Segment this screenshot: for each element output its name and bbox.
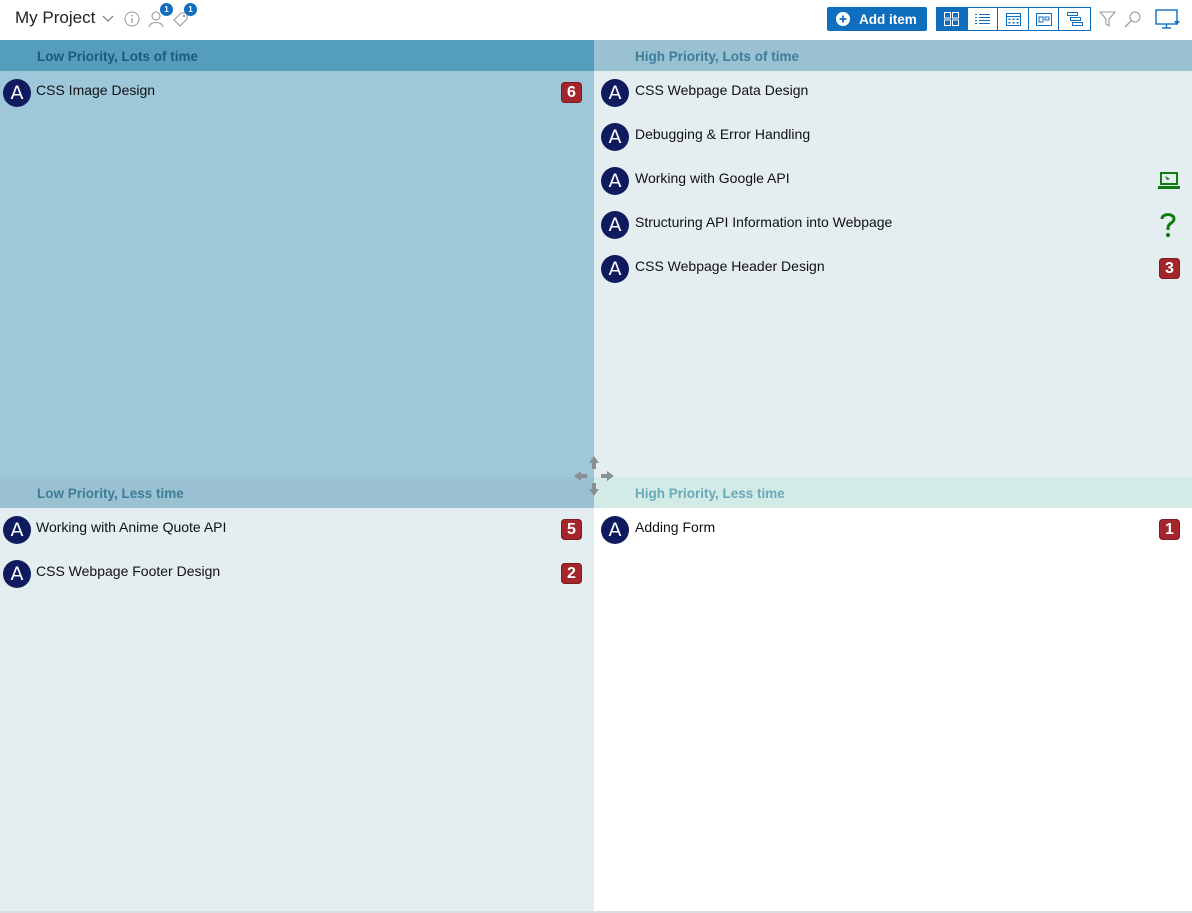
task-item[interactable]: A CSS Webpage Footer Design 2 <box>0 552 594 596</box>
priority-number-badge: 5 <box>561 519 582 540</box>
task-title: CSS Image Design <box>36 82 156 98</box>
priority-number-badge: 1 <box>1159 519 1180 540</box>
avatar: A <box>601 211 629 239</box>
quadrant-title: Low Priority, Lots of time <box>0 40 594 71</box>
tags-count-badge: 1 <box>184 3 197 16</box>
task-title: CSS Webpage Footer Design <box>36 563 221 579</box>
present-screen-icon[interactable] <box>1155 9 1181 31</box>
grid-view-button[interactable] <box>937 8 968 30</box>
list-view-button[interactable] <box>967 8 999 30</box>
quadrant-title: High Priority, Less time <box>594 477 1192 508</box>
quadrant-title: Low Priority, Less time <box>0 477 594 508</box>
priority-number-badge: 3 <box>1159 258 1180 279</box>
calendar-view-button[interactable] <box>998 8 1029 30</box>
task-item[interactable]: A Working with Google API <box>594 159 1192 203</box>
task-item[interactable]: A Adding Form 1 <box>594 508 1192 552</box>
quadrant-title: High Priority, Lots of time <box>594 40 1192 71</box>
add-item-label: Add item <box>859 11 917 27</box>
quadrant-high-priority-lots-of-time: High Priority, Lots of time A CSS Webpag… <box>594 40 1192 477</box>
task-title: Debugging & Error Handling <box>635 126 811 142</box>
quadrant-low-priority-less-time: Low Priority, Less time A Working with A… <box>0 477 594 911</box>
task-title: Working with Google API <box>635 170 790 186</box>
task-title: CSS Webpage Header Design <box>635 258 825 274</box>
avatar: A <box>3 79 31 107</box>
quadrant-high-priority-less-time: High Priority, Less time A Adding Form 1 <box>594 477 1192 911</box>
project-selector[interactable]: My Project <box>15 8 114 28</box>
chevron-down-icon <box>102 15 114 22</box>
quadrant-low-priority-lots-of-time: Low Priority, Lots of time A CSS Image D… <box>0 40 594 477</box>
timeline-view-button[interactable] <box>1059 8 1091 30</box>
avatar: A <box>601 255 629 283</box>
grid-icon <box>944 12 960 26</box>
filter-icon[interactable] <box>1099 11 1116 28</box>
task-title: CSS Webpage Data Design <box>635 82 809 98</box>
avatar: A <box>601 516 629 544</box>
timeline-icon <box>1066 12 1083 26</box>
task-title: Adding Form <box>635 519 716 535</box>
avatar: A <box>601 79 629 107</box>
add-item-button[interactable]: Add item <box>827 7 927 31</box>
board-icon <box>1035 12 1052 26</box>
avatar: A <box>3 560 31 588</box>
avatar: A <box>3 516 31 544</box>
task-title: Structuring API Information into Webpage <box>635 214 893 230</box>
avatar: A <box>601 167 629 195</box>
task-item[interactable]: A CSS Image Design 6 <box>0 71 594 115</box>
question-icon <box>1160 213 1176 237</box>
avatar: A <box>601 123 629 151</box>
task-item[interactable]: A CSS Webpage Data Design <box>594 71 1192 115</box>
move-arrows-icon[interactable] <box>573 455 615 497</box>
priority-number-badge: 2 <box>561 563 582 584</box>
list-icon <box>974 13 990 24</box>
tags-button[interactable]: 1 <box>172 3 197 28</box>
calendar-icon <box>1005 13 1021 26</box>
task-item[interactable]: A CSS Webpage Header Design 3 <box>594 247 1192 291</box>
board-view-button[interactable] <box>1028 8 1060 30</box>
computer-icon <box>1158 172 1180 189</box>
plus-circle-icon <box>836 12 850 26</box>
members-button[interactable]: 1 <box>148 3 173 28</box>
view-switcher <box>936 7 1091 31</box>
task-item[interactable]: A Structuring API Information into Webpa… <box>594 203 1192 247</box>
priority-number-badge: 6 <box>561 82 582 103</box>
task-title: Working with Anime Quote API <box>36 519 227 535</box>
search-icon[interactable] <box>1124 11 1141 28</box>
task-item[interactable]: A Debugging & Error Handling <box>594 115 1192 159</box>
top-toolbar: My Project 1 1 Add item <box>0 0 1192 40</box>
project-name: My Project <box>15 8 96 27</box>
info-icon[interactable] <box>124 11 140 27</box>
task-item[interactable]: A Working with Anime Quote API 5 <box>0 508 594 552</box>
